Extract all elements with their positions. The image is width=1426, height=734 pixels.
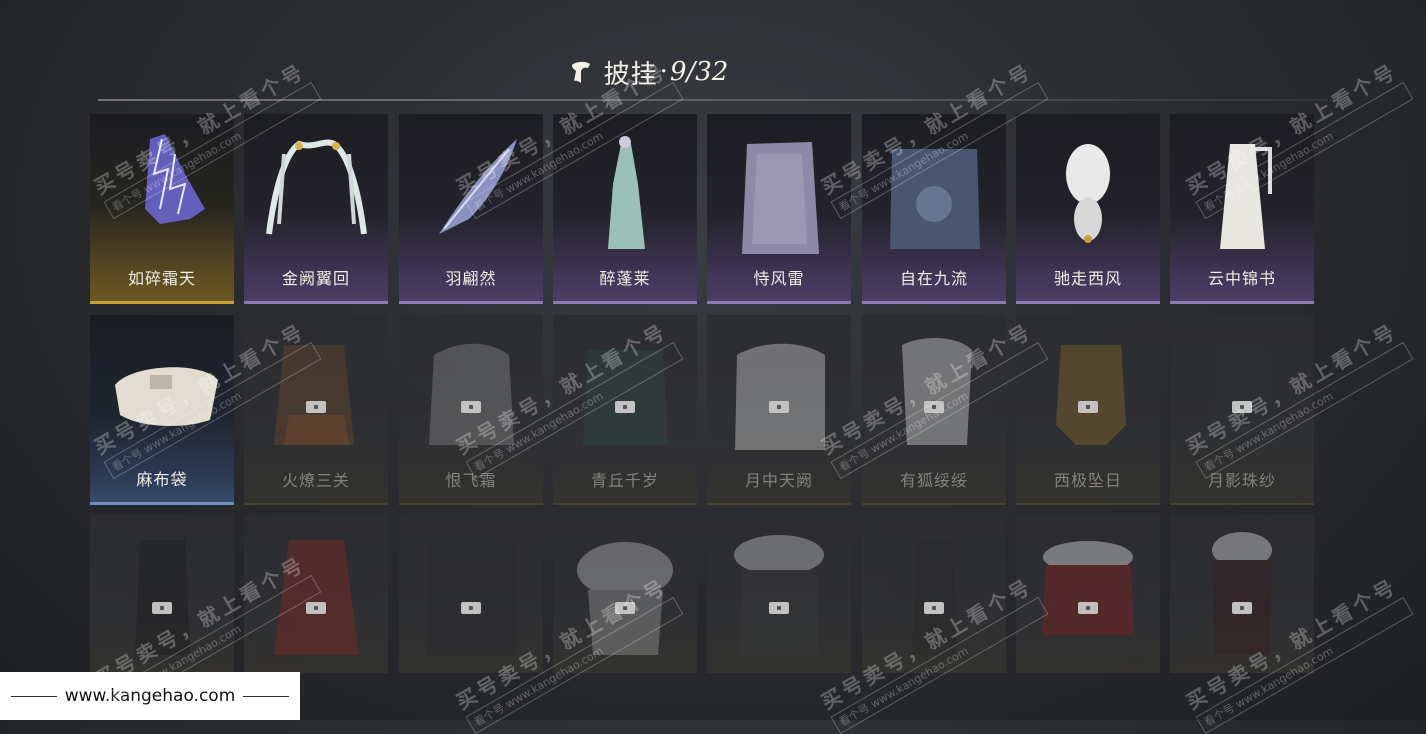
spotted-fur-icon bbox=[577, 542, 673, 655]
cape-card[interactable]: 西极坠日 bbox=[1016, 315, 1160, 505]
cape-name: 月中天阙 bbox=[744, 471, 813, 490]
cape-name: 有狐绥绥 bbox=[899, 471, 968, 490]
cape-name: 恨飞霜 bbox=[445, 471, 497, 490]
lock-icon bbox=[461, 401, 481, 413]
cape-card[interactable] bbox=[1170, 515, 1314, 673]
flame-cape-icon bbox=[274, 345, 354, 445]
white-robe-icon bbox=[1220, 144, 1272, 249]
cape-card[interactable]: 恨飞霜 bbox=[399, 315, 543, 505]
cape-name: 西极坠日 bbox=[1053, 471, 1122, 490]
embroidered-robe-icon bbox=[890, 149, 980, 249]
cape-name: 青丘千岁 bbox=[590, 471, 659, 490]
lightning-cape-icon bbox=[145, 134, 205, 224]
grey-fur-icon bbox=[429, 343, 514, 445]
cape-name: 驰走西风 bbox=[1053, 269, 1122, 288]
cape-card[interactable]: 云中锦书 bbox=[1170, 114, 1314, 304]
footer-rule-left bbox=[10, 695, 57, 697]
feather-scarf-icon bbox=[439, 139, 517, 234]
page-title: 披挂 bbox=[603, 59, 658, 90]
header-divider bbox=[98, 99, 1328, 101]
lock-icon bbox=[461, 602, 481, 614]
cape-card[interactable] bbox=[707, 515, 851, 673]
fur-stole-icon bbox=[1066, 144, 1110, 243]
lock-icon bbox=[306, 602, 326, 614]
cape-card[interactable]: 羽翩然 bbox=[399, 114, 543, 304]
cape-card[interactable]: 醉蓬莱 bbox=[553, 114, 697, 304]
lock-icon bbox=[615, 602, 635, 614]
silk-arch-icon bbox=[266, 139, 367, 235]
cape-card[interactable] bbox=[90, 515, 234, 673]
cape-name: 火燎三关 bbox=[281, 471, 350, 490]
collection-count: 9/32 bbox=[669, 57, 729, 87]
cape-card[interactable] bbox=[244, 515, 388, 673]
fox-fur-icon bbox=[902, 338, 972, 445]
thin-robe-icon bbox=[912, 540, 957, 655]
lock-icon bbox=[769, 401, 789, 413]
footer-site[interactable]: www.kangehao.com bbox=[65, 686, 236, 706]
cape-name: 金阙翼回 bbox=[281, 269, 350, 288]
collection-header: 披挂 · 9/32 bbox=[0, 52, 1426, 92]
cape-card[interactable]: 青丘千岁 bbox=[553, 315, 697, 505]
long-coat-icon bbox=[742, 142, 819, 254]
fur-collar-cape-icon bbox=[734, 535, 824, 655]
cape-name: 如碎霜天 bbox=[127, 269, 196, 288]
cape-card[interactable] bbox=[553, 515, 697, 673]
lock-icon bbox=[615, 401, 635, 413]
white-cape-icon bbox=[735, 343, 825, 450]
title-separator: · bbox=[659, 57, 668, 87]
robe-figure-icon bbox=[608, 136, 645, 249]
dark-fur-cape-icon bbox=[1212, 532, 1272, 655]
cape-name: 恃风雷 bbox=[753, 269, 805, 288]
golden-scarf-icon bbox=[1056, 345, 1126, 445]
cape-card[interactable]: 月影珠纱 bbox=[1170, 315, 1314, 505]
cape-name: 云中锦书 bbox=[1207, 269, 1276, 288]
red-fur-cape-icon bbox=[1042, 541, 1134, 635]
cape-card[interactable] bbox=[399, 515, 543, 673]
lock-icon bbox=[924, 401, 944, 413]
site-footer: www.kangehao.com bbox=[0, 672, 300, 720]
lock-icon bbox=[769, 602, 789, 614]
cape-card[interactable]: 如碎霜天 bbox=[90, 114, 234, 304]
lock-icon bbox=[1078, 401, 1098, 413]
lock-icon bbox=[924, 602, 944, 614]
cape-icon bbox=[571, 61, 590, 83]
burlap-sack-icon bbox=[115, 367, 218, 427]
cape-name: 羽翩然 bbox=[445, 269, 497, 288]
black-robe-icon bbox=[135, 540, 190, 655]
cape-card[interactable]: 金阙翼回 bbox=[244, 114, 388, 304]
lock-icon bbox=[152, 602, 172, 614]
cape-card[interactable]: 月中天阙 bbox=[707, 315, 851, 505]
cape-card[interactable] bbox=[1016, 515, 1160, 673]
red-cape-icon bbox=[274, 540, 359, 655]
cape-name: 月影珠纱 bbox=[1207, 471, 1276, 490]
lock-icon bbox=[306, 401, 326, 413]
cape-card[interactable]: 驰走西风 bbox=[1016, 114, 1160, 304]
cape-name: 自在九流 bbox=[899, 269, 968, 288]
cape-card[interactable]: 火燎三关 bbox=[244, 315, 388, 505]
green-robe-icon bbox=[583, 350, 668, 445]
lock-icon bbox=[1232, 401, 1252, 413]
cape-card[interactable]: 恃风雷 bbox=[707, 114, 851, 304]
cape-name: 醉蓬莱 bbox=[599, 269, 651, 288]
cape-card[interactable] bbox=[862, 515, 1006, 673]
footer-rule-right bbox=[243, 695, 290, 697]
cape-name: 麻布袋 bbox=[136, 470, 188, 489]
dark-veil-icon bbox=[1210, 345, 1275, 445]
cape-card[interactable]: 有狐绥绥 bbox=[862, 315, 1006, 505]
lock-icon bbox=[1078, 602, 1098, 614]
dark-cloak-icon bbox=[427, 545, 517, 655]
lock-icon bbox=[1232, 602, 1252, 614]
cape-card[interactable]: 自在九流 bbox=[862, 114, 1006, 304]
cape-card[interactable]: 麻布袋 bbox=[90, 315, 234, 505]
